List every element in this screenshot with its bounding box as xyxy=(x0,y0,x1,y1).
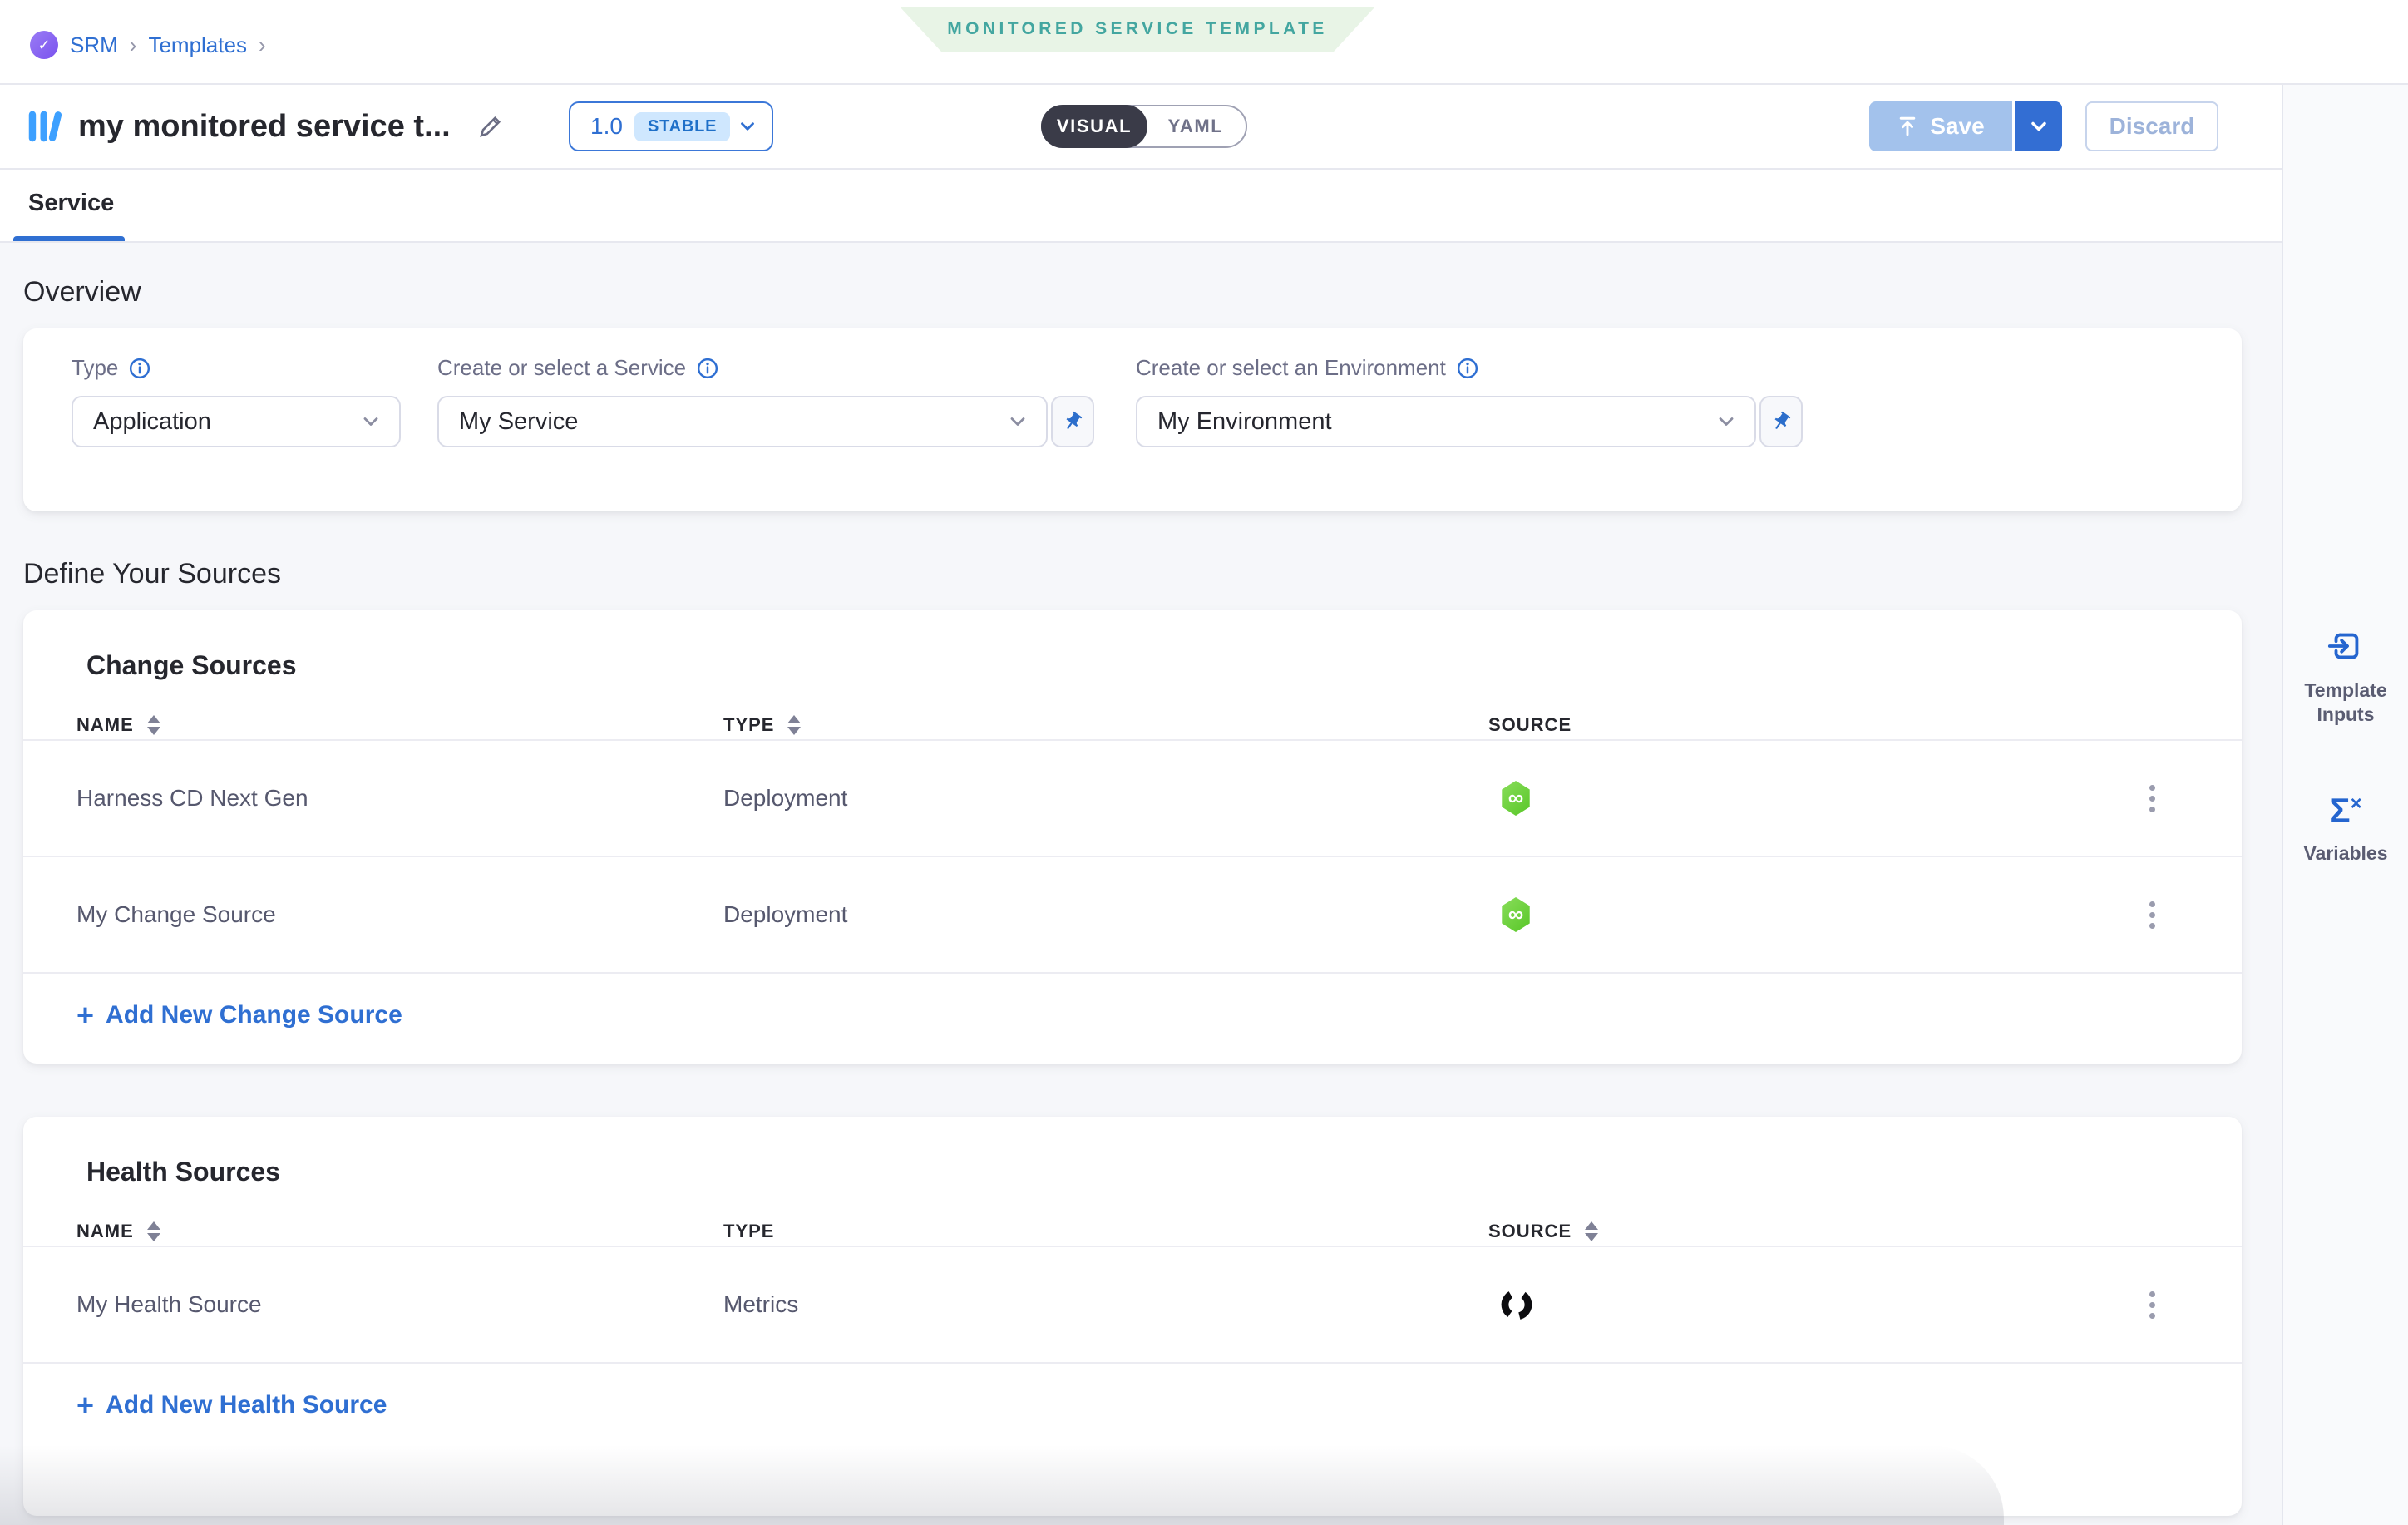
info-icon[interactable] xyxy=(696,357,719,380)
edit-title-button[interactable] xyxy=(474,110,507,143)
column-header-type: TYPE xyxy=(723,1221,1465,1242)
appdynamics-icon xyxy=(1500,1288,1533,1321)
add-new-health-source-button[interactable]: + Add New Health Source xyxy=(76,1390,2242,1453)
change-source-name: Harness CD Next Gen xyxy=(76,785,723,812)
change-sources-card: Change Sources NAME TYPE SOURCE xyxy=(23,610,2242,1064)
column-header-name[interactable]: NAME xyxy=(76,1221,723,1242)
chevron-right-icon: › xyxy=(130,32,137,58)
template-inputs-icon xyxy=(2327,627,2365,665)
chevron-right-icon: › xyxy=(259,32,266,58)
field-label-type: Type xyxy=(72,355,118,381)
version-number: 1.0 xyxy=(590,113,623,140)
upload-arrow-icon xyxy=(1897,116,1918,137)
pin-service-button[interactable] xyxy=(1051,396,1094,447)
table-row[interactable]: My Health Source Metrics xyxy=(23,1247,2242,1364)
row-menu-button[interactable] xyxy=(2139,775,2165,822)
pushpin-icon xyxy=(1058,407,1088,437)
health-source-name: My Health Source xyxy=(76,1291,723,1318)
content-area: Overview Type Application xyxy=(0,243,2282,1525)
chevron-down-icon xyxy=(1006,410,1029,433)
variables-sigma-icon: Σ× xyxy=(2329,793,2361,828)
type-select[interactable]: Application xyxy=(72,396,401,447)
field-label-environment: Create or select an Environment xyxy=(1136,355,1446,381)
harness-cd-icon: ∞ xyxy=(1500,781,1532,816)
sort-icon xyxy=(787,715,801,735)
pin-environment-button[interactable] xyxy=(1759,396,1803,447)
column-header-name[interactable]: NAME xyxy=(76,714,723,736)
discard-button[interactable]: Discard xyxy=(2085,101,2218,151)
plus-icon: + xyxy=(76,1390,94,1420)
service-select[interactable]: My Service xyxy=(437,396,1048,447)
change-sources-title: Change Sources xyxy=(86,650,2242,681)
table-row[interactable]: My Change Source Deployment ∞ xyxy=(23,857,2242,974)
tab-bar: Service xyxy=(0,170,2282,243)
monitored-service-template-ribbon: MONITORED SERVICE TEMPLATE xyxy=(900,7,1375,52)
sort-icon xyxy=(147,715,160,735)
template-header: my monitored service t... 1.0 STABLE VIS… xyxy=(0,85,2282,170)
chevron-down-icon xyxy=(737,116,758,137)
page-title: my monitored service t... xyxy=(78,109,451,145)
rail-item-label: Variables xyxy=(2294,841,2397,866)
ribbon-label: MONITORED SERVICE TEMPLATE xyxy=(947,19,1327,39)
template-library-icon xyxy=(27,108,63,145)
table-row[interactable]: Harness CD Next Gen Deployment ∞ xyxy=(23,741,2242,857)
info-icon[interactable] xyxy=(1456,357,1479,380)
pencil-icon xyxy=(477,113,504,140)
chevron-down-icon xyxy=(2027,115,2050,138)
toggle-visual[interactable]: VISUAL xyxy=(1041,105,1147,148)
plus-icon: + xyxy=(76,1000,94,1030)
column-header-source[interactable]: SOURCE xyxy=(1465,1221,2102,1242)
define-sources-heading: Define Your Sources xyxy=(23,558,2282,590)
column-header-type[interactable]: TYPE xyxy=(723,714,1465,736)
change-sources-header-row: NAME TYPE SOURCE xyxy=(23,681,2242,741)
breadcrumb-link-templates[interactable]: Templates xyxy=(148,32,247,58)
row-menu-button[interactable] xyxy=(2139,1281,2165,1329)
visual-yaml-toggle: VISUAL YAML xyxy=(1041,105,1247,148)
variables-button[interactable]: Σ× Variables xyxy=(2283,793,2408,866)
template-inputs-button[interactable]: Template Inputs xyxy=(2283,627,2408,727)
version-selector[interactable]: 1.0 STABLE xyxy=(569,101,773,151)
srm-module-icon: ✓ xyxy=(30,31,58,59)
add-new-change-source-button[interactable]: + Add New Change Source xyxy=(76,1000,2242,1064)
monitored-service-template-page: MONITORED SERVICE TEMPLATE ✓ SRM › Templ… xyxy=(0,0,2408,1525)
sort-icon xyxy=(147,1221,160,1241)
info-icon[interactable] xyxy=(128,357,151,380)
breadcrumb-link-srm[interactable]: SRM xyxy=(70,32,118,58)
sort-icon xyxy=(1585,1221,1598,1241)
tab-service[interactable]: Service xyxy=(28,190,114,217)
active-tab-underline xyxy=(13,236,125,241)
change-source-type: Deployment xyxy=(723,785,1465,812)
health-sources-header-row: NAME TYPE SOURCE xyxy=(23,1187,2242,1247)
field-label-service: Create or select a Service xyxy=(437,355,686,381)
save-options-button[interactable] xyxy=(2012,101,2062,151)
environment-select[interactable]: My Environment xyxy=(1136,396,1756,447)
overview-card: Type Application xyxy=(23,328,2242,511)
chevron-down-icon xyxy=(1715,410,1738,433)
harness-cd-icon: ∞ xyxy=(1500,897,1532,932)
health-sources-title: Health Sources xyxy=(86,1157,2242,1187)
toggle-yaml[interactable]: YAML xyxy=(1146,106,1246,146)
change-source-type: Deployment xyxy=(723,901,1465,928)
version-stable-badge: STABLE xyxy=(634,112,730,141)
health-source-type: Metrics xyxy=(723,1291,1465,1318)
pushpin-icon xyxy=(1766,407,1796,437)
rail-item-label: Template Inputs xyxy=(2294,679,2397,727)
main-column: my monitored service t... 1.0 STABLE VIS… xyxy=(0,85,2282,1525)
chevron-down-icon xyxy=(359,410,382,433)
row-menu-button[interactable] xyxy=(2139,891,2165,939)
right-rail: Template Inputs Σ× Variables xyxy=(2282,85,2408,1525)
save-button[interactable]: Save xyxy=(1869,101,2012,151)
column-header-source: SOURCE xyxy=(1465,714,2102,736)
change-source-name: My Change Source xyxy=(76,901,723,928)
health-sources-card: Health Sources NAME TYPE SOURCE xyxy=(23,1117,2242,1516)
overview-heading: Overview xyxy=(23,276,2282,308)
